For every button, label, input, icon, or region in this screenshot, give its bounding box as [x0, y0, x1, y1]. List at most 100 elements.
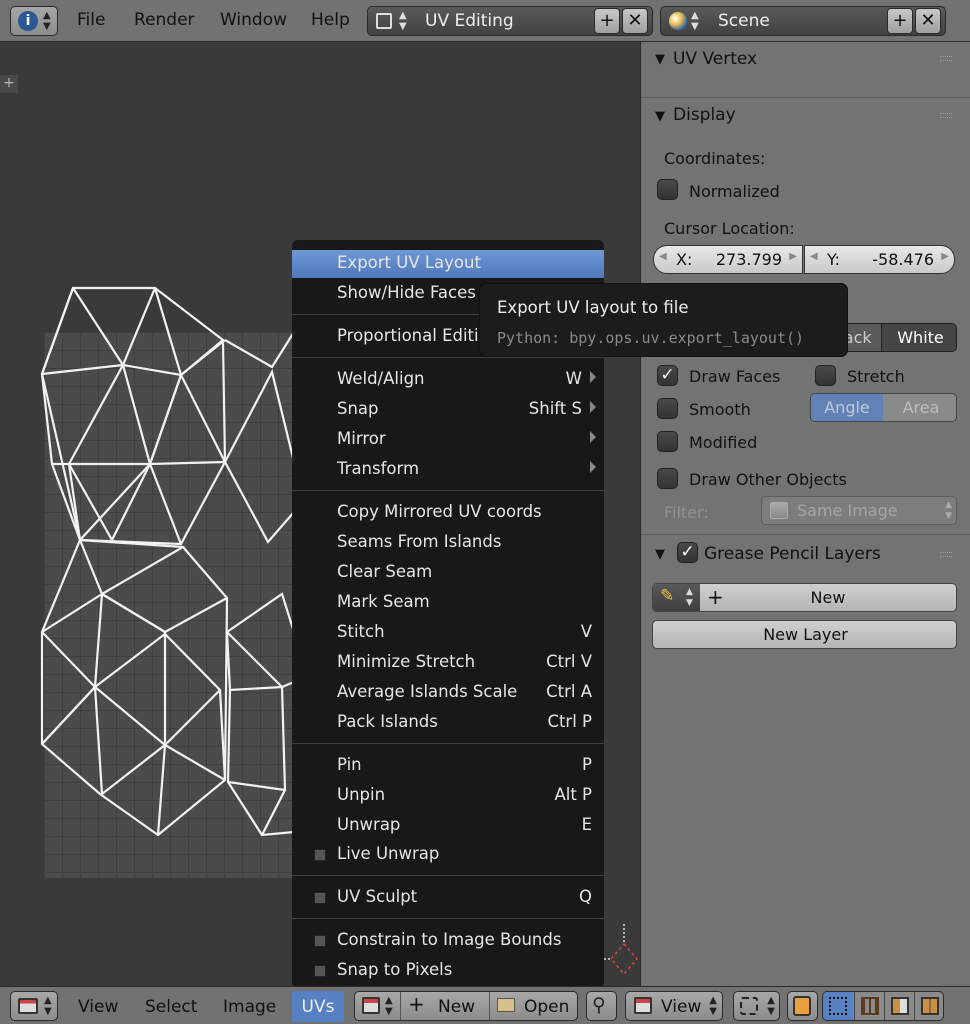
menu-item-minimize-stretch[interactable]: Minimize Stretch Ctrl V	[292, 649, 604, 677]
menu-item-live-unwrap[interactable]: Live Unwrap	[292, 841, 604, 869]
area-label[interactable]: Area	[884, 398, 956, 417]
menu-separator	[292, 918, 604, 919]
menu-item-mark-seam[interactable]: Mark Seam	[292, 589, 604, 617]
display-panel-title[interactable]: Display	[673, 105, 736, 125]
menu-item-transform[interactable]: Transform	[292, 456, 604, 484]
grease-pencil-panel-title[interactable]: Grease Pencil Layers	[704, 544, 881, 564]
grease-pencil-browse-button[interactable]: ✎ ▲ ▼	[653, 584, 700, 611]
grease-pencil-collapse-icon[interactable]: ▼	[655, 547, 665, 562]
menu-item-clear-seam[interactable]: Clear Seam	[292, 559, 604, 587]
menu-item-unpin[interactable]: Unpin Alt P	[292, 782, 604, 810]
cursor-y-label: Y:	[827, 250, 841, 269]
island-select-mode-button[interactable]	[914, 992, 943, 1020]
menu-item-seams-from-islands[interactable]: Seams From Islands	[292, 529, 604, 557]
pin-image-button[interactable]: ⚲	[586, 991, 617, 1021]
scene-selector[interactable]: ▲ ▼ Scene + ✕	[660, 6, 946, 36]
menu-item-constrain-to-image-bounds[interactable]: Constrain to Image Bounds	[292, 927, 604, 955]
menu-item-snap[interactable]: Snap Shift S	[292, 396, 604, 424]
filter-label: Filter:	[664, 503, 709, 522]
edge-type-white-button[interactable]: White	[881, 324, 956, 351]
face-select-mode-button[interactable]	[884, 992, 914, 1020]
menu-item-export-uv-layout[interactable]: Export UV Layout	[292, 250, 604, 278]
menu-uvs-label: UVs	[301, 997, 335, 1017]
constrain-to-image-bounds-checkbox[interactable]	[314, 935, 326, 947]
sync-selection-button[interactable]	[787, 991, 818, 1021]
panel-grip-icon[interactable]	[940, 113, 952, 118]
menu-separator	[292, 490, 604, 491]
uv-vertex-panel-title[interactable]: UV Vertex	[673, 49, 757, 69]
menu-render[interactable]: Render	[134, 10, 195, 30]
decrement-arrow-icon[interactable]: ◀	[659, 251, 667, 262]
menu-item-copy-mirrored-uv-coords[interactable]: Copy Mirrored UV coords	[292, 499, 604, 527]
add-scene-icon[interactable]: +	[887, 8, 913, 34]
menu-view[interactable]: View	[78, 997, 118, 1017]
snap-to-pixels-checkbox[interactable]	[314, 965, 326, 977]
panel-grip-icon[interactable]	[940, 552, 952, 557]
uv-island-top	[40, 286, 227, 546]
editor-type-button[interactable]: ▲ ▼	[10, 991, 58, 1021]
panel-grip-icon[interactable]	[940, 56, 952, 61]
screen-layout-selector[interactable]: ▲ ▼ UV Editing + ✕	[367, 6, 653, 36]
filter-dropdown[interactable]: Same Image ▲ ▼	[761, 496, 957, 525]
open-image-label: Open	[524, 997, 570, 1017]
grease-pencil-selector: ✎ ▲ ▼ + New	[652, 583, 957, 612]
live-unwrap-checkbox[interactable]	[314, 849, 326, 861]
select-mode-group	[822, 991, 944, 1021]
menu-item-pin[interactable]: Pin P	[292, 752, 604, 780]
menu-uvs-active[interactable]: UVs	[292, 991, 344, 1022]
new-layer-button[interactable]: New Layer	[652, 620, 957, 649]
uv-editor-header: ▲ ▼ View Select Image UVs ▲ ▼ + New Open ⚲…	[0, 986, 970, 1024]
menu-item-stitch[interactable]: Stitch V	[292, 619, 604, 647]
decrement-arrow-icon[interactable]: ◀	[810, 251, 818, 262]
menu-item-weld-align[interactable]: Weld/Align W	[292, 366, 604, 394]
edge-select-mode-button[interactable]	[854, 992, 884, 1020]
updown-arrows-icon: ▲ ▼	[767, 995, 775, 1017]
updown-arrows-icon: ▲ ▼	[686, 587, 693, 608]
mode-view-dropdown[interactable]: View ▲ ▼	[625, 991, 723, 1021]
close-scene-icon[interactable]: ✕	[915, 8, 941, 34]
menu-separator	[292, 743, 604, 744]
vertex-select-icon	[829, 997, 847, 1015]
top-header: i ▲ ▼ File Render Window Help ▲ ▼ UV Editi…	[0, 0, 970, 42]
grease-pencil-enable-checkbox[interactable]: ✓	[677, 542, 698, 563]
normalized-checkbox[interactable]	[657, 179, 678, 200]
uv-sculpt-checkbox[interactable]	[314, 892, 326, 904]
cursor-y-field[interactable]: ◀ Y: -58.476 ▶	[804, 245, 955, 274]
menu-item-snap-to-pixels[interactable]: Snap to Pixels	[292, 957, 604, 985]
cursor-x-field[interactable]: ◀ X: 273.799 ▶	[653, 245, 803, 274]
scene-name[interactable]: Scene	[718, 11, 770, 31]
uv-vertex-panel-collapse-icon[interactable]: ▼	[655, 52, 665, 67]
menu-item-uv-sculpt[interactable]: UV Sculpt Q	[292, 884, 604, 912]
menu-image[interactable]: Image	[223, 997, 276, 1017]
menu-help[interactable]: Help	[311, 10, 350, 30]
info-editor-type-button[interactable]: i ▲ ▼	[10, 6, 58, 36]
menu-item-pack-islands[interactable]: Pack Islands Ctrl P	[292, 709, 604, 737]
smooth-checkbox[interactable]	[657, 398, 678, 419]
angle-button[interactable]: Angle	[811, 394, 883, 421]
menu-file[interactable]: File	[77, 10, 105, 30]
menu-item-mirror[interactable]: Mirror	[292, 426, 604, 454]
draw-other-objects-checkbox[interactable]	[657, 468, 678, 489]
close-screen-icon[interactable]: ✕	[622, 8, 648, 34]
open-image-button[interactable]: Open	[489, 992, 577, 1020]
image-browse-icon[interactable]	[362, 997, 380, 1014]
draw-faces-checkbox[interactable]: ✓	[657, 365, 678, 386]
increment-arrow-icon[interactable]: ▶	[941, 251, 949, 262]
screen-layout-name[interactable]: UV Editing	[425, 11, 514, 31]
pivot-point-dropdown[interactable]: ▲ ▼	[733, 991, 780, 1021]
menu-item-unwrap[interactable]: Unwrap E	[292, 812, 604, 840]
vertex-select-mode-button[interactable]	[823, 992, 853, 1020]
display-panel-collapse-icon[interactable]: ▼	[655, 109, 665, 124]
increment-arrow-icon[interactable]: ▶	[789, 251, 797, 262]
menu-item-average-islands-scale[interactable]: Average Islands Scale Ctrl A	[292, 679, 604, 707]
menu-window[interactable]: Window	[220, 10, 287, 30]
stretch-checkbox[interactable]	[815, 365, 836, 386]
edge-type-white-label: White	[897, 328, 944, 347]
new-grease-pencil-button[interactable]: New	[700, 588, 956, 607]
new-image-button[interactable]: + New	[400, 992, 488, 1020]
add-screen-icon[interactable]: +	[594, 8, 620, 34]
modified-checkbox[interactable]	[657, 431, 678, 452]
menu-select[interactable]: Select	[145, 997, 197, 1017]
draw-faces-label: Draw Faces	[689, 367, 781, 386]
add-icon: +	[408, 992, 425, 1016]
